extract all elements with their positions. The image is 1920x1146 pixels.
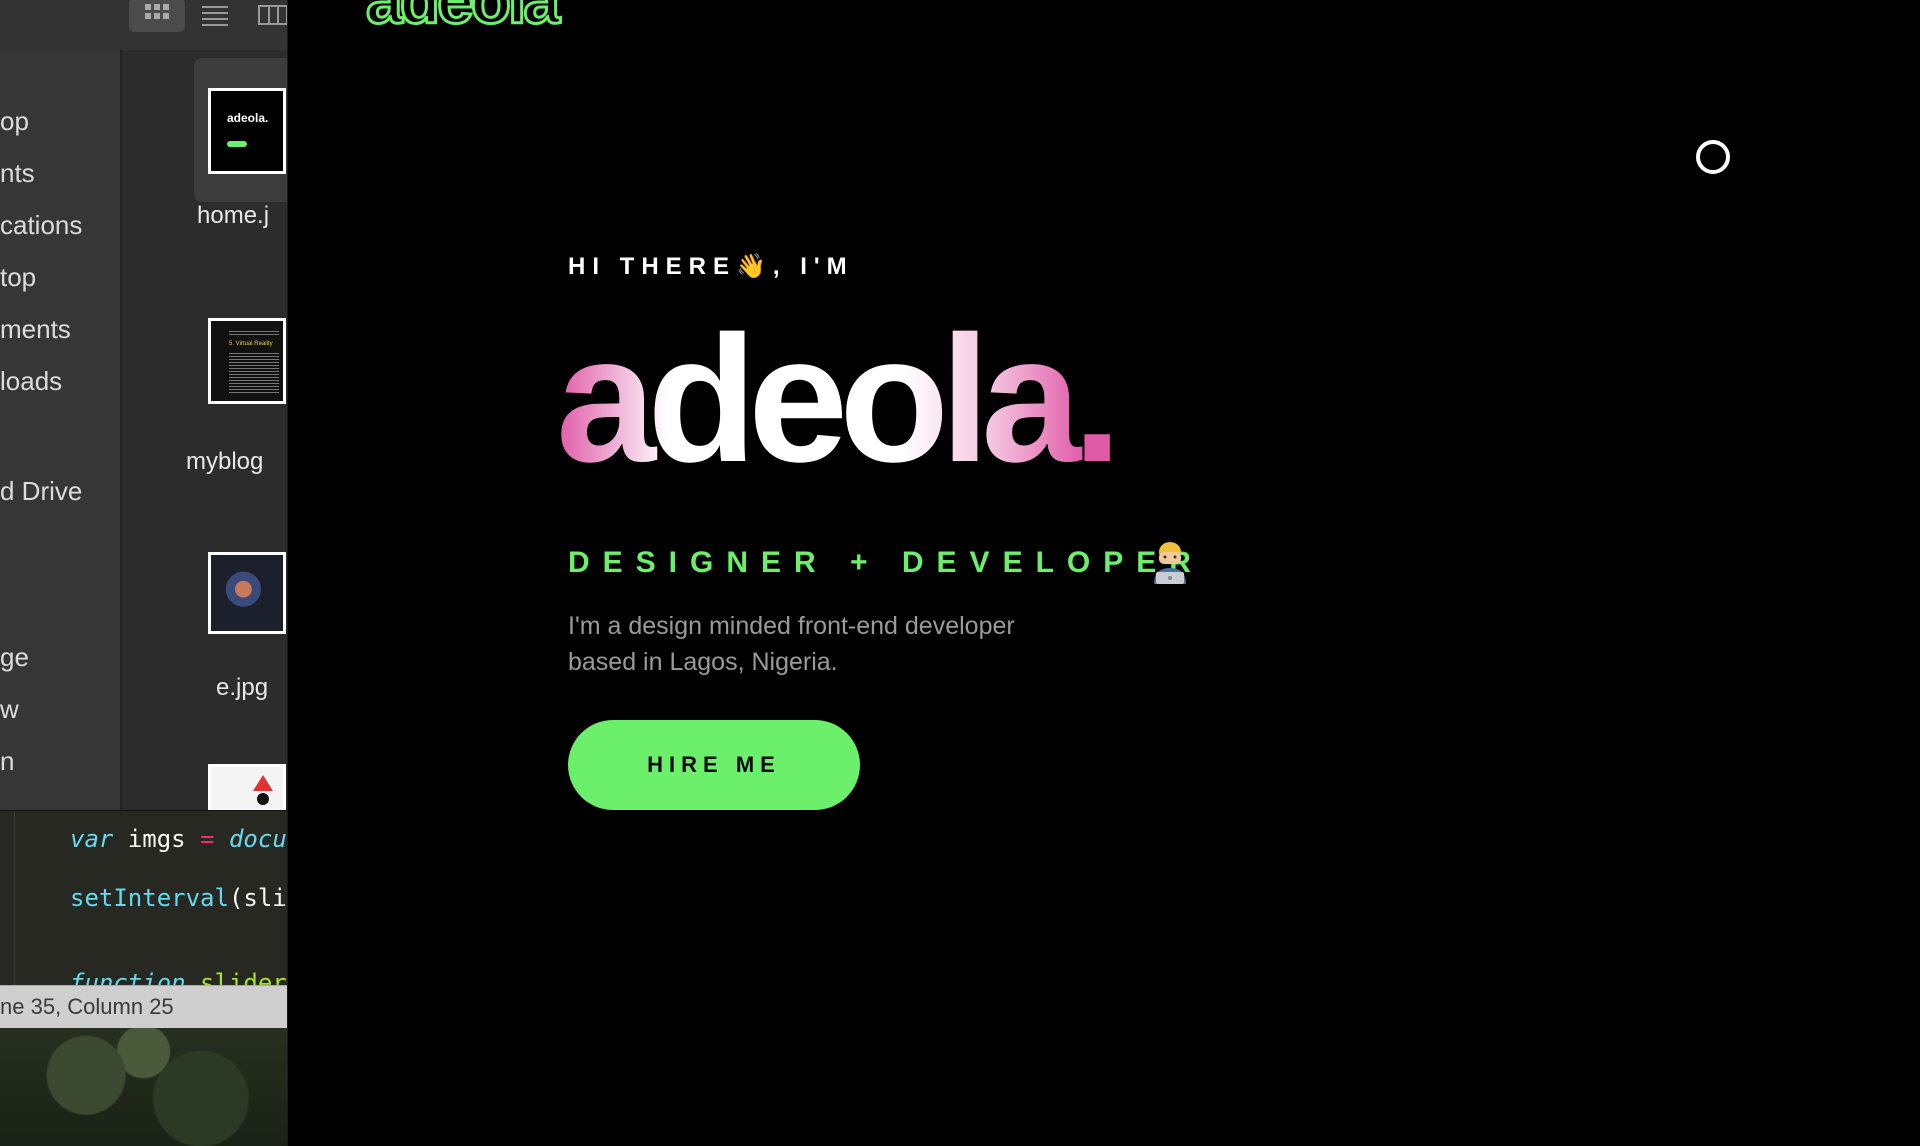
code-text: (sli bbox=[228, 884, 287, 912]
background-windows: op nts cations top ments loads d Drive g… bbox=[0, 0, 287, 1146]
greeting-text: HI THERE👋, I'M bbox=[568, 253, 854, 280]
thumbnail-button bbox=[227, 141, 247, 147]
thumbnail-logo: adeola. bbox=[227, 111, 269, 125]
sidebar-item-applications[interactable]: cations bbox=[0, 210, 120, 241]
desktop-wallpaper bbox=[0, 1028, 287, 1146]
sidebar-item-downloads[interactable]: loads bbox=[0, 366, 120, 397]
code-identifier: imgs bbox=[113, 825, 201, 853]
thumbnail-text-lines bbox=[229, 353, 279, 393]
sidebar-item-tag-orange[interactable]: ge bbox=[0, 642, 120, 673]
icon-view-button[interactable] bbox=[129, 0, 185, 32]
thumbnail-shape bbox=[253, 775, 273, 791]
file-thumbnail bbox=[208, 552, 286, 634]
column-view-button[interactable] bbox=[242, 0, 287, 32]
columns-icon bbox=[258, 5, 287, 25]
finder-toolbar bbox=[0, 0, 287, 51]
list-icon bbox=[202, 6, 228, 26]
file-thumbnail: 5. Virtual Reality bbox=[208, 318, 286, 404]
sidebar-item-tag-green[interactable]: n bbox=[0, 746, 120, 777]
file-name: home.j bbox=[197, 202, 270, 229]
sidebar-item-recents[interactable]: nts bbox=[0, 158, 120, 189]
code-operator: = bbox=[200, 825, 215, 853]
cursor-position: ne 35, Column 25 bbox=[0, 994, 174, 1019]
custom-cursor-ring bbox=[1696, 140, 1730, 174]
hire-me-button[interactable]: HIRE ME bbox=[568, 720, 860, 810]
photo-thumbnail bbox=[211, 555, 283, 631]
finder-file-grid: adeola. home.j 5. Virtual Reality myblog… bbox=[122, 50, 287, 824]
grid-icon bbox=[145, 4, 169, 19]
list-view-button[interactable] bbox=[186, 0, 242, 32]
finder-sidebar: op nts cations top ments loads d Drive g… bbox=[0, 50, 122, 810]
code-text: docu bbox=[214, 825, 287, 853]
file-thumbnail: adeola. bbox=[208, 88, 286, 174]
editor-gutter bbox=[14, 811, 15, 986]
portfolio-page: adeola HI THERE👋, I'M adeola. DESIGNER +… bbox=[287, 0, 1920, 1146]
hero-name: adeola. bbox=[556, 299, 1122, 500]
code-function: setInterval bbox=[70, 884, 229, 912]
sidebar-item-documents[interactable]: ments bbox=[0, 314, 120, 345]
thumbnail-heading: 5. Virtual Reality bbox=[229, 341, 273, 347]
nav-logo[interactable]: adeola bbox=[364, 0, 561, 39]
role-tagline: DESIGNER + DEVELOPER bbox=[568, 546, 1204, 579]
sidebar-item-icloud-drive[interactable]: d Drive bbox=[0, 476, 120, 507]
editor-status-bar: ne 35, Column 25 bbox=[0, 985, 287, 1028]
code-line: setInterval(sli bbox=[70, 884, 287, 912]
technologist-emoji-icon bbox=[1154, 542, 1186, 584]
sidebar-item-tag-yellow[interactable]: w bbox=[0, 694, 120, 725]
sidebar-item-desktop[interactable]: op bbox=[0, 106, 120, 137]
bio-text: I'm a design minded front-end developer … bbox=[568, 612, 1015, 676]
file-name: myblog bbox=[186, 448, 264, 475]
code-line: var imgs = docu bbox=[70, 825, 287, 853]
file-name: e.jpg bbox=[216, 674, 269, 701]
thumbnail-text-lines bbox=[229, 329, 279, 335]
code-editor: var imgs = docu setInterval(sli function… bbox=[0, 810, 287, 987]
sidebar-item-desktop-2[interactable]: top bbox=[0, 262, 120, 293]
code-keyword: var bbox=[70, 825, 114, 853]
thumbnail-shape bbox=[257, 793, 269, 805]
